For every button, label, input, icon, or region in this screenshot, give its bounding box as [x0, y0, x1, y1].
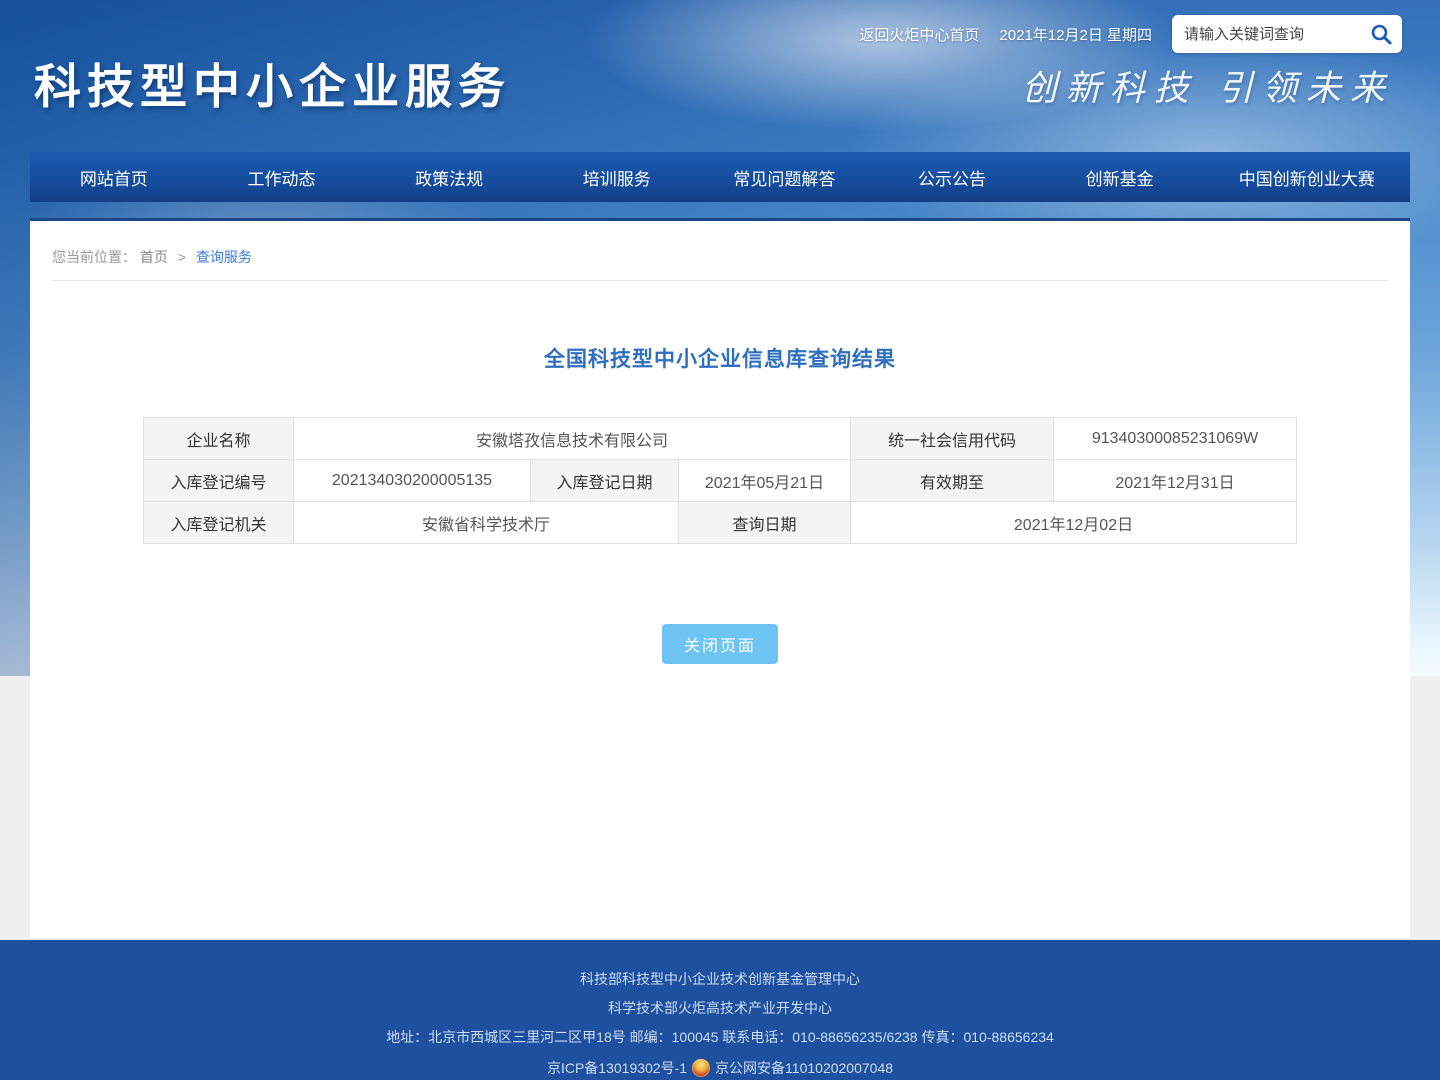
nav-item-work-news[interactable]: 工作动态: [198, 165, 366, 190]
search-icon[interactable]: [1368, 21, 1394, 47]
current-date: 2021年12月2日 星期四: [999, 24, 1152, 45]
breadcrumb-prefix: 您当前位置：: [52, 249, 136, 265]
reg-number-value: 202134030200005135: [293, 460, 530, 502]
table-row: 入库登记机关 安徽省科学技术厅 查询日期 2021年12月02日: [143, 502, 1296, 544]
query-date-label: 查询日期: [678, 502, 850, 544]
search-box[interactable]: [1172, 15, 1402, 53]
reg-date-label: 入库登记日期: [530, 460, 678, 502]
police-registration-link[interactable]: 京公网安备11010202007048: [715, 1058, 893, 1078]
reg-number-label: 入库登记编号: [143, 460, 293, 502]
nav-item-innovation-fund[interactable]: 创新基金: [1036, 165, 1204, 190]
reg-org-label: 入库登记机关: [143, 502, 293, 544]
content-panel: 您当前位置： 首页 > 查询服务 全国科技型中小企业信息库查询结果 企业名称 安…: [30, 218, 1410, 938]
company-name-label: 企业名称: [143, 418, 293, 460]
page-title: 全国科技型中小企业信息库查询结果: [30, 343, 1410, 373]
footer: 科技部科技型中小企业技术创新基金管理中心 科学技术部火炬高技术产业开发中心 地址…: [0, 940, 1440, 1080]
reg-org-value: 安徽省科学技术厅: [293, 502, 678, 544]
credit-code-value: 91340300085231069W: [1054, 418, 1297, 460]
footer-org-line2: 科学技术部火炬高技术产业开发中心: [0, 1000, 1440, 1016]
footer-registration-line: 京ICP备13019302号-1 京公网安备11010202007048: [0, 1058, 1440, 1078]
valid-until-value: 2021年12月31日: [1054, 460, 1297, 502]
table-row: 入库登记编号 202134030200005135 入库登记日期 2021年05…: [143, 460, 1296, 502]
site-header: 返回火炬中心首页 2021年12月2日 星期四 科技型中小企业服务 创新科技 引…: [0, 0, 1440, 152]
footer-org-line1: 科技部科技型中小企业技术创新基金管理中心: [0, 971, 1440, 987]
footer-contact-line: 地址：北京市西城区三里河二区甲18号 邮编：100045 联系电话：010-88…: [0, 1029, 1440, 1045]
nav-item-policies[interactable]: 政策法规: [365, 165, 533, 190]
search-input[interactable]: [1184, 26, 1368, 43]
nav-item-training[interactable]: 培训服务: [533, 165, 701, 190]
breadcrumb-current-link[interactable]: 查询服务: [196, 249, 252, 265]
breadcrumb: 您当前位置： 首页 > 查询服务: [52, 221, 1388, 281]
top-utility-bar: 返回火炬中心首页 2021年12月2日 星期四: [859, 14, 1402, 54]
close-page-button[interactable]: 关闭页面: [662, 624, 778, 664]
credit-code-label: 统一社会信用代码: [851, 418, 1054, 460]
torch-center-home-link[interactable]: 返回火炬中心首页: [859, 24, 979, 45]
icp-license-link[interactable]: 京ICP备13019302号-1: [547, 1058, 687, 1078]
site-logo: 科技型中小企业服务: [34, 48, 511, 117]
nav-item-announcements[interactable]: 公示公告: [868, 165, 1036, 190]
table-row: 企业名称 安徽塔孜信息技术有限公司 统一社会信用代码 9134030008523…: [143, 418, 1296, 460]
company-name-value: 安徽塔孜信息技术有限公司: [293, 418, 850, 460]
breadcrumb-separator: >: [178, 249, 186, 265]
police-badge-icon: [692, 1059, 710, 1077]
nav-item-faq[interactable]: 常见问题解答: [701, 165, 869, 190]
site-slogan: 创新科技 引领未来: [1022, 60, 1394, 111]
valid-until-label: 有效期至: [851, 460, 1054, 502]
main-nav: 网站首页 工作动态 政策法规 培训服务 常见问题解答 公示公告 创新基金 中国创…: [30, 152, 1410, 202]
nav-item-innovation-competition[interactable]: 中国创新创业大赛: [1203, 165, 1410, 190]
breadcrumb-home-link[interactable]: 首页: [140, 249, 168, 265]
nav-item-home[interactable]: 网站首页: [30, 165, 198, 190]
query-date-value: 2021年12月02日: [851, 502, 1297, 544]
query-result-table: 企业名称 安徽塔孜信息技术有限公司 统一社会信用代码 9134030008523…: [143, 417, 1297, 544]
reg-date-value: 2021年05月21日: [678, 460, 850, 502]
